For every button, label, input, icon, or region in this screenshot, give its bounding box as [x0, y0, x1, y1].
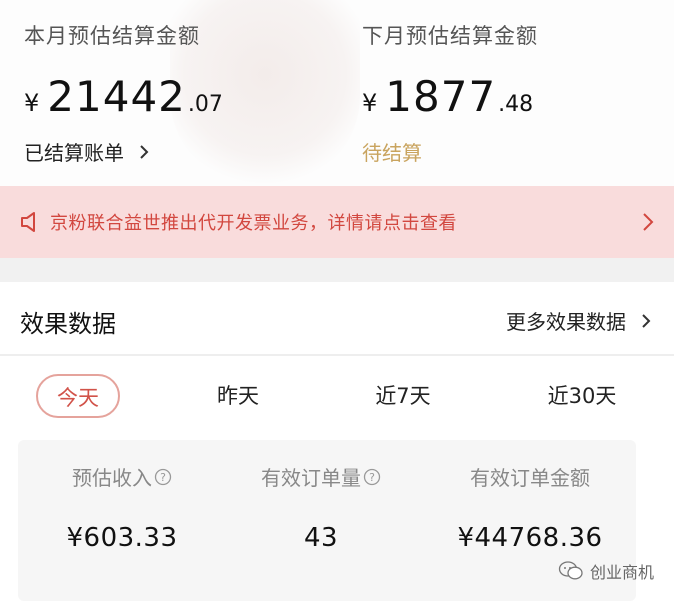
tab-yesterday[interactable]: 昨天 — [196, 374, 280, 418]
stat-value: 43 — [303, 523, 339, 553]
current-month-block: 本月预估结算金额 ¥ 21442 .07 已结算账单 — [24, 20, 223, 166]
effect-data-card: 效果数据 更多效果数据 今天 昨天 近7天 近30天 预估收入 ? ¥603.3… — [0, 282, 674, 601]
notice-text: 京粉联合益世推出代开发票业务，详情请点击查看 — [50, 213, 457, 234]
help-icon[interactable]: ? — [154, 468, 172, 486]
svg-text:?: ? — [160, 471, 166, 484]
chevron-right-icon — [643, 213, 654, 231]
amount-decimal: .48 — [498, 92, 534, 117]
more-effect-data-label: 更多效果数据 — [506, 310, 626, 334]
effect-stats-panel: 预估收入 ? ¥603.33 有效订单量 ? 43 有效订单金额 ¥44768.… — [18, 440, 636, 601]
tab-last-7-days[interactable]: 近7天 — [358, 374, 448, 418]
next-month-block: 下月预估结算金额 ¥ 1877 .48 待结算 — [362, 20, 538, 166]
earnings-page: 本月预估结算金额 ¥ 21442 .07 已结算账单 下月预估结算金额 ¥ 18… — [0, 0, 674, 601]
settled-bill-link[interactable]: 已结算账单 — [24, 137, 223, 166]
notice-banner[interactable]: 京粉联合益世推出代开发票业务，详情请点击查看 — [0, 186, 674, 258]
effect-data-header: 效果数据 更多效果数据 — [0, 282, 674, 356]
stat-estimated-income: 预估收入 ? ¥603.33 — [42, 440, 202, 553]
amount-integer: 1877 — [385, 72, 497, 121]
currency-symbol: ¥ — [362, 89, 378, 117]
next-month-title: 下月预估结算金额 — [362, 24, 538, 48]
watermark-text: 创业商机 — [589, 563, 654, 582]
currency-symbol: ¥ — [24, 89, 40, 117]
current-month-title: 本月预估结算金额 — [24, 24, 200, 48]
svg-text:?: ? — [369, 471, 375, 484]
current-month-amount: ¥ 21442 .07 — [24, 72, 223, 121]
stat-value: ¥44768.36 — [457, 523, 603, 553]
date-range-tabs: 今天 昨天 近7天 近30天 — [0, 374, 674, 422]
tab-today[interactable]: 今天 — [36, 374, 120, 418]
stat-label: 预估收入 — [72, 466, 152, 490]
earnings-summary: 本月预估结算金额 ¥ 21442 .07 已结算账单 下月预估结算金额 ¥ 18… — [0, 0, 674, 186]
next-month-amount: ¥ 1877 .48 — [362, 72, 538, 121]
pending-status-label: 待结算 — [362, 141, 422, 165]
stat-value: ¥603.33 — [66, 523, 178, 553]
wechat-watermark: 创业商机 — [558, 559, 654, 583]
tab-last-30-days[interactable]: 近30天 — [532, 374, 632, 418]
amount-integer: 21442 — [47, 72, 186, 121]
amount-decimal: .07 — [187, 92, 223, 117]
stat-valid-order-amount: 有效订单金额 ¥44768.36 — [440, 440, 620, 553]
effect-data-title: 效果数据 — [20, 310, 116, 338]
chevron-right-icon — [140, 144, 149, 159]
speaker-icon — [21, 212, 35, 232]
stat-valid-orders: 有效订单量 ? 43 — [246, 440, 396, 553]
help-icon[interactable]: ? — [363, 468, 381, 486]
stat-label: 有效订单金额 — [470, 466, 590, 490]
stat-label: 有效订单量 — [261, 466, 361, 490]
pending-status: 待结算 — [362, 137, 538, 166]
settled-bill-label: 已结算账单 — [24, 141, 124, 165]
wechat-icon — [558, 561, 583, 580]
chevron-right-icon — [642, 313, 651, 328]
section-divider — [0, 258, 674, 282]
more-effect-data-link[interactable]: 更多效果数据 — [506, 306, 656, 335]
